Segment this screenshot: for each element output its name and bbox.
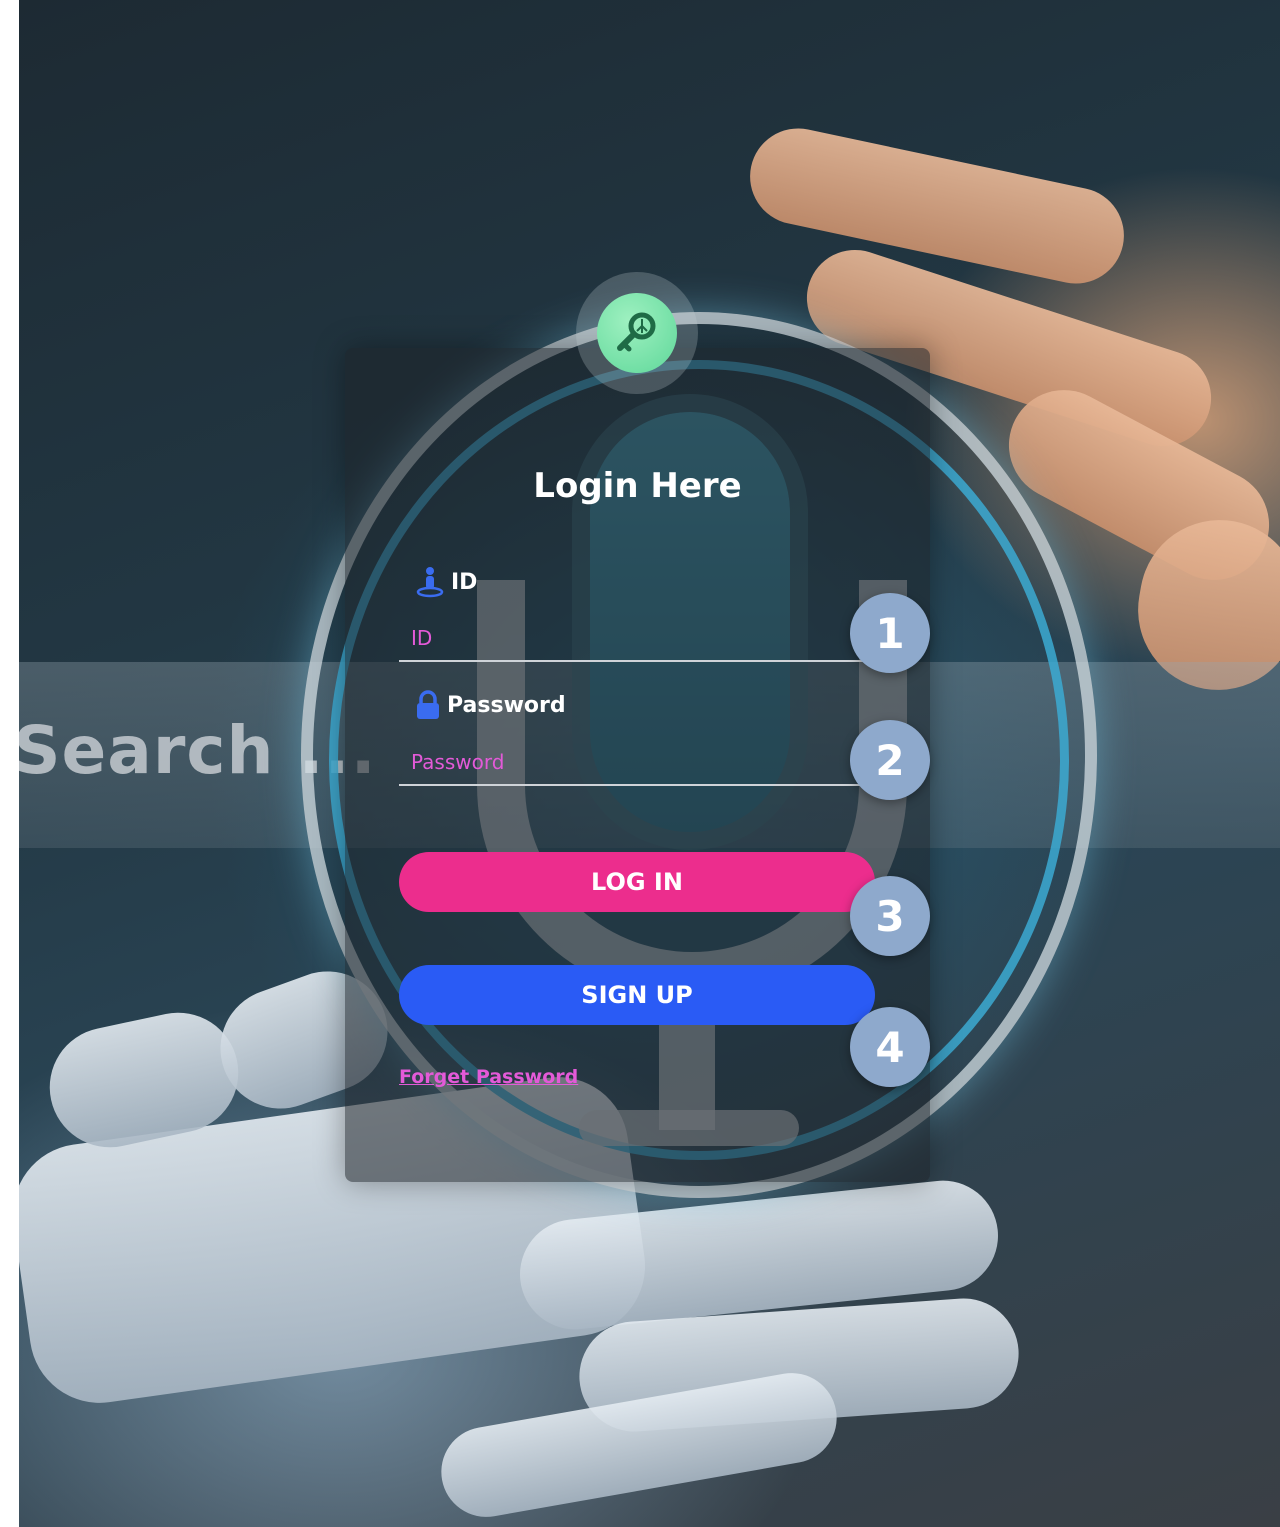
marker-3: 3	[850, 876, 930, 956]
id-label: ID	[415, 566, 477, 598]
lock-icon	[415, 690, 441, 720]
key-badge	[576, 272, 698, 394]
login-button[interactable]: LOG IN	[399, 852, 875, 912]
id-label-text: ID	[451, 569, 478, 595]
marker-4: 4	[850, 1007, 930, 1087]
forget-password-link[interactable]: Forget Password	[399, 1066, 578, 1088]
id-input[interactable]	[399, 616, 869, 662]
password-input[interactable]	[399, 740, 869, 786]
marker-1: 1	[850, 593, 930, 673]
login-title: Login Here	[533, 466, 742, 506]
marker-2: 2	[850, 720, 930, 800]
signup-button[interactable]: SIGN UP	[399, 965, 875, 1025]
password-label: Password	[415, 690, 566, 720]
key-icon	[597, 293, 677, 373]
password-label-text: Password	[447, 692, 566, 718]
user-pin-icon	[415, 566, 445, 598]
human-finger	[741, 119, 1133, 293]
